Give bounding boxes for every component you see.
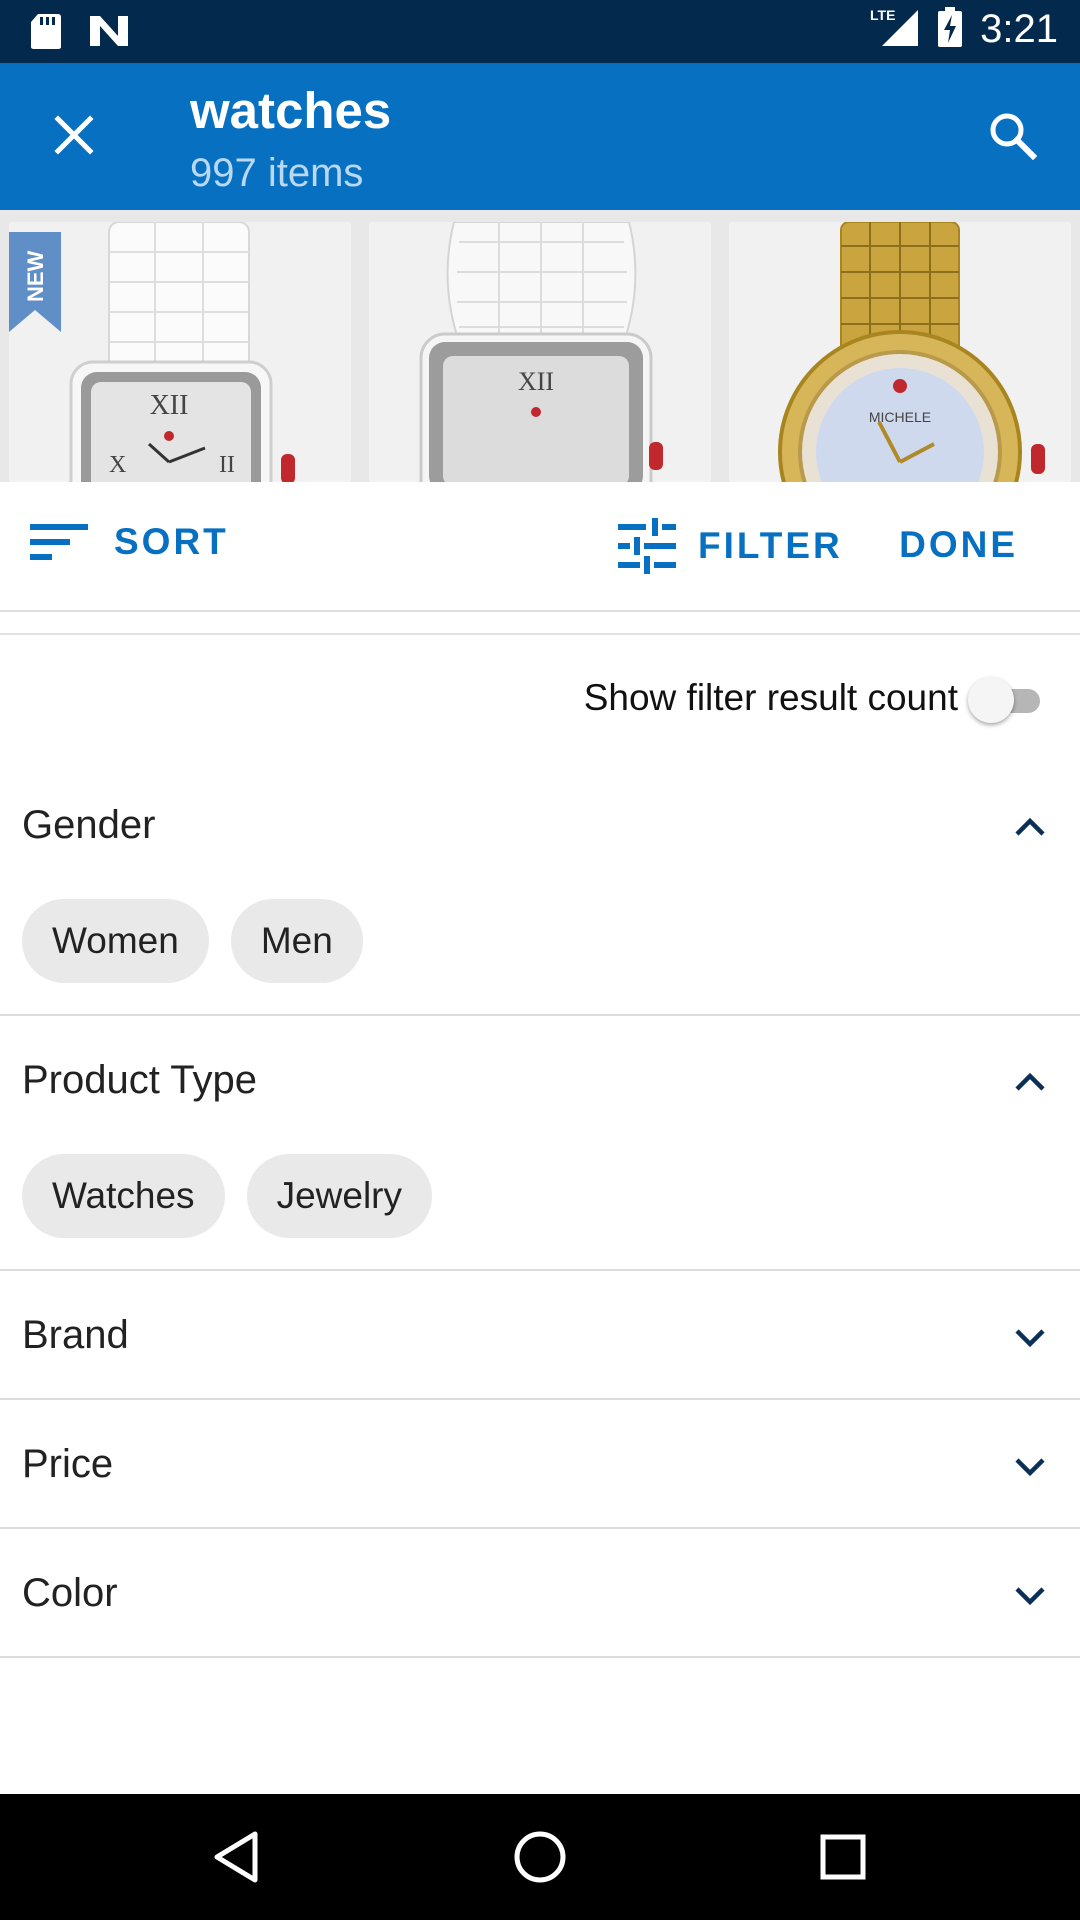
divider (0, 1269, 1080, 1271)
filter-section-price: Price (0, 1414, 1080, 1524)
filter-section-brand: Brand (0, 1285, 1080, 1395)
section-title: Price (22, 1442, 114, 1486)
back-button[interactable] (203, 1824, 269, 1890)
svg-text:X: X (109, 452, 126, 478)
chip-group: Women Men (22, 899, 363, 983)
status-bar: LTE 3:21 (0, 0, 1080, 63)
chevron-up-icon (1015, 817, 1045, 836)
chip-men[interactable]: Men (230, 899, 363, 983)
svg-text:LTE: LTE (870, 7, 895, 23)
chip-watches[interactable]: Watches (22, 1154, 225, 1238)
result-count-toggle[interactable] (968, 675, 1050, 725)
page-title: watches (190, 82, 392, 139)
sort-label: SORT (114, 521, 229, 562)
battery-charging-icon (938, 7, 963, 52)
section-title: Color (22, 1571, 118, 1615)
chip-women[interactable]: Women (22, 899, 209, 983)
recents-icon (820, 1834, 866, 1880)
divider (0, 1656, 1080, 1658)
chevron-down-icon (1015, 1587, 1045, 1606)
item-count: 997 items (190, 151, 364, 195)
home-icon (514, 1831, 566, 1883)
divider (0, 633, 1080, 635)
watch-image: XII (369, 222, 711, 482)
section-title: Product Type (22, 1058, 257, 1102)
section-header-product-type[interactable]: Product Type (0, 1030, 1080, 1130)
done-button[interactable]: DONE (899, 524, 1018, 566)
sort-icon (30, 524, 88, 560)
toggle-knob (968, 677, 1014, 723)
section-header-price[interactable]: Price (0, 1414, 1080, 1514)
status-right-icons: LTE 3:21 (870, 6, 1058, 53)
filter-sliders-icon (618, 518, 676, 574)
svg-text:NEW: NEW (23, 250, 48, 302)
new-badge: NEW (9, 232, 61, 332)
sd-card-icon (30, 12, 62, 55)
search-button[interactable] (980, 103, 1044, 167)
section-title: Gender (22, 803, 156, 847)
result-count-toggle-row: Show filter result count (0, 665, 1080, 735)
recents-button[interactable] (810, 1824, 876, 1890)
chip-jewelry[interactable]: Jewelry (246, 1154, 432, 1238)
system-nav-bar (0, 1794, 1080, 1920)
sort-button[interactable]: SORT (28, 520, 229, 564)
clock: 3:21 (980, 7, 1058, 51)
filter-section-gender: Gender Women Men (0, 775, 1080, 1015)
product-card[interactable]: MICHELE (729, 222, 1071, 482)
n-notification-icon (88, 14, 130, 53)
close-button[interactable] (44, 105, 104, 165)
filter-button[interactable]: FILTER (616, 516, 843, 576)
svg-text:XII: XII (150, 390, 189, 421)
signal-icon: LTE (870, 6, 920, 53)
back-icon (214, 1831, 258, 1883)
watch-image: MICHELE (729, 222, 1071, 482)
product-card[interactable]: XII (369, 222, 711, 482)
chevron-down-icon (1015, 1329, 1045, 1348)
section-title: Brand (22, 1313, 129, 1357)
home-button[interactable] (507, 1824, 573, 1890)
filter-label: FILTER (698, 525, 843, 566)
filter-section-product-type: Product Type Watches Jewelry (0, 1030, 1080, 1270)
section-header-color[interactable]: Color (0, 1543, 1080, 1643)
divider (0, 1014, 1080, 1016)
section-header-gender[interactable]: Gender (0, 775, 1080, 875)
section-header-brand[interactable]: Brand (0, 1285, 1080, 1385)
svg-text:XII: XII (518, 367, 554, 396)
product-card[interactable]: XII X II NEW (9, 222, 351, 482)
divider (0, 1398, 1080, 1400)
product-strip: XII X II NEW XII MICHELE (0, 210, 1080, 482)
close-icon (54, 115, 94, 155)
toggle-label: Show filter result count (583, 677, 958, 718)
app-bar: watches 997 items (0, 63, 1080, 210)
chip-group: Watches Jewelry (22, 1154, 432, 1238)
filter-section-color: Color (0, 1543, 1080, 1653)
svg-text:II: II (219, 452, 235, 478)
search-icon (990, 113, 1037, 160)
sort-filter-toolbar: SORT FILTER DONE (0, 482, 1080, 612)
divider (0, 1527, 1080, 1529)
status-left-icons (30, 12, 130, 55)
chevron-up-icon (1015, 1072, 1045, 1091)
chevron-down-icon (1015, 1458, 1045, 1477)
